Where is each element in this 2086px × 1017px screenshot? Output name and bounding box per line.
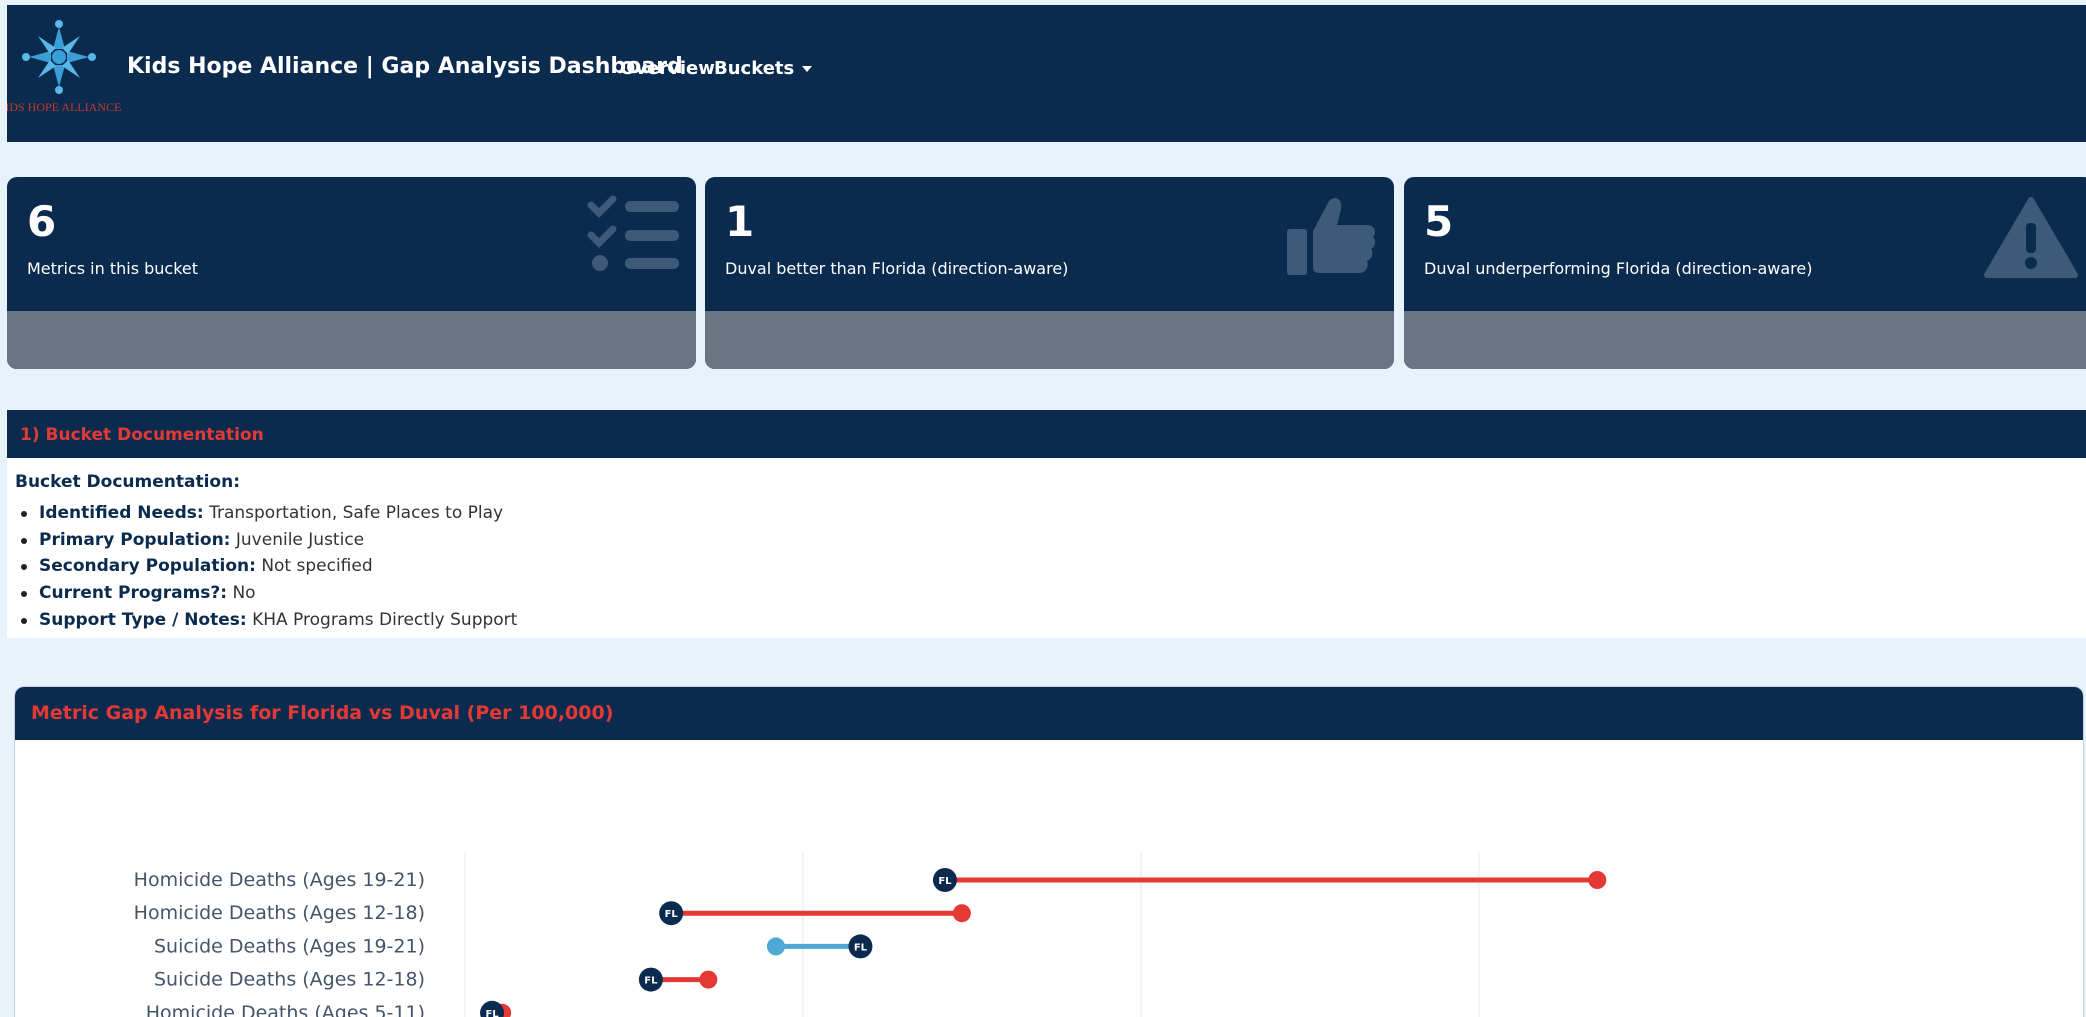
y-category-label: Suicide Deaths (Ages 19-21) [154,935,425,957]
list-item: Support Type / Notes: KHA Programs Direc… [20,607,518,634]
duval-point [1588,871,1607,889]
stat-card-duval-underperforming: 5 Duval underperforming Florida (directi… [1404,177,2086,369]
kids-hope-alliance-logo[interactable]: KIDS HOPE ALLIANCE [7,17,125,117]
top-navbar: KIDS HOPE ALLIANCE Kids Hope Alliance | … [7,5,2086,142]
doc-title: Bucket Documentation: [15,472,241,492]
checklist-icon [587,195,679,271]
duval-point [699,970,718,989]
nav-overview-link[interactable]: Overview [620,58,715,79]
item-key: Secondary Population: [39,556,256,577]
bucket-documentation-header[interactable]: 1) Bucket Documentation [7,410,2086,458]
doc-list: Identified Needs: Transportation, Safe P… [20,500,518,634]
stat-card-duval-better: 1 Duval better than Florida (direction-a… [705,177,1394,369]
stat-label: Metrics in this bucket [27,259,199,278]
logo-text: KIDS HOPE ALLIANCE [7,100,121,114]
list-item: Primary Population: Juvenile Justice [20,527,517,554]
y-category-label: Homicide Deaths (Ages 12-18) [134,902,425,924]
chart-title: Metric Gap Analysis for Florida vs Duval… [31,702,614,724]
stat-card-metrics: 6 Metrics in this bucket [7,177,696,369]
item-value: Transportation, Safe Places to Play [209,503,504,523]
dashboard-title[interactable]: Kids Hope Alliance | Gap Analysis Dashbo… [127,54,683,79]
florida-marker-label: FL [854,942,868,953]
item-key: Support Type / Notes: [39,609,247,630]
stat-label: Duval better than Florida (direction-awa… [725,259,1069,278]
card-footer [1404,311,2086,369]
stat-value: 1 [725,197,755,246]
stat-label: Duval underperforming Florida (direction… [1424,259,1813,278]
chart-header: Metric Gap Analysis for Florida vs Duval… [15,687,2083,740]
item-value: No [232,583,256,604]
stat-value: 6 [27,197,57,246]
item-key: Identified Needs: [39,503,204,523]
card-footer [7,311,696,369]
item-value: Not specified [261,556,373,577]
y-category-label: Suicide Deaths (Ages 12-18) [154,969,425,991]
item-key: Current Programs?: [39,583,228,604]
stat-value: 5 [1424,197,1454,246]
chevron-down-icon [802,66,813,72]
item-value: Juvenile Justice [235,529,365,550]
duval-point [952,904,971,923]
list-item: Secondary Population: Not specified [20,553,517,580]
nav-buckets-label: Buckets [714,58,795,79]
list-item: Current Programs?: No [20,580,517,607]
metric-gap-chart-card: Metric Gap Analysis for Florida vs Duval… [14,686,2084,1017]
list-item: Identified Needs: Transportation, Safe P… [20,500,517,527]
nav-buckets-dropdown[interactable]: Buckets [714,58,813,79]
duval-point [766,937,785,956]
florida-marker-label: FL [665,909,679,920]
y-category-label: Homicide Deaths (Ages 5-11) [146,1002,425,1017]
y-category-label: Homicide Deaths (Ages 19-21) [134,869,425,891]
dumbbell-chart[interactable]: 0102030Homicide Deaths (Ages 19-21)FLHom… [15,740,2084,1017]
section-title: 1) Bucket Documentation [20,425,264,445]
card-footer [705,311,1394,369]
item-value: KHA Programs Directly Support [252,609,518,630]
florida-marker-label: FL [938,876,952,887]
florida-marker-label: FL [485,1009,499,1017]
item-key: Primary Population: [39,529,231,550]
thumbs-up-icon [1287,198,1376,275]
bucket-documentation-panel: Bucket Documentation: Identified Needs: … [7,458,2086,638]
florida-marker-label: FL [644,976,658,987]
warning-icon [1984,197,2078,278]
